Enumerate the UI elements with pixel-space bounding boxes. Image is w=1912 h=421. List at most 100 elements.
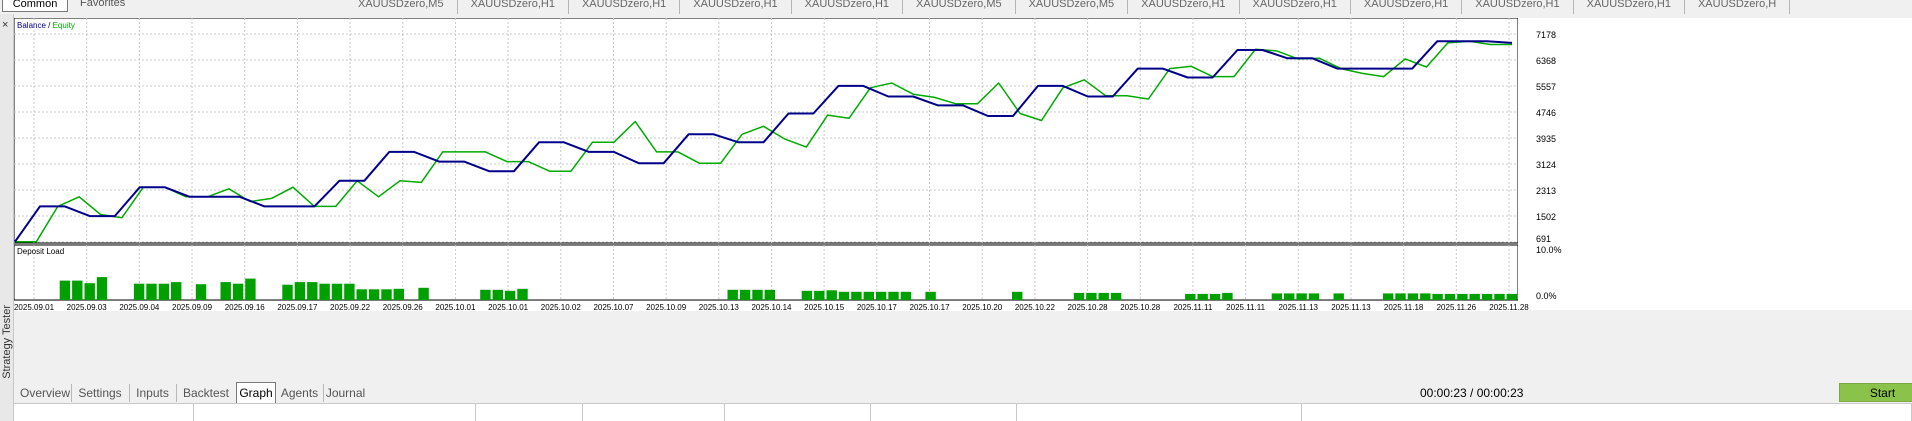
x-tick-label: 2025.09.04	[119, 303, 160, 312]
table-column[interactable]	[583, 404, 725, 421]
deposit-bar	[294, 282, 306, 300]
x-tick-label: 2025.10.01	[488, 303, 529, 312]
table-column[interactable]	[1017, 404, 1302, 421]
deposit-bar	[96, 277, 108, 300]
x-tick-label: 2025.10.17	[857, 303, 898, 312]
deposit-bar	[381, 289, 392, 300]
deposit-bar	[739, 289, 751, 300]
deposit-bar	[863, 291, 874, 300]
deposit-bar	[368, 289, 380, 300]
chart-legend: Balance / Equity	[17, 21, 75, 30]
deposit-bar	[1110, 292, 1122, 300]
deposit-bar	[393, 288, 404, 300]
symbol-tab[interactable]: XAUUSDzero,M5	[1016, 0, 1129, 14]
x-tick-label: 2025.10.02	[541, 303, 582, 312]
elapsed-timer: 00:00:23 / 00:00:23	[1420, 386, 1524, 400]
tab-overview[interactable]: Overview	[19, 384, 72, 402]
symbol-tab[interactable]: XAUUSDzero,H1	[1128, 0, 1240, 14]
deposit-bar	[1444, 293, 1456, 300]
x-tick-label: 2025.10.28	[1068, 303, 1109, 312]
deposit-bar	[1271, 293, 1283, 300]
deposit-bar	[1284, 293, 1295, 300]
x-tick-label: 2025.10.01	[435, 303, 476, 312]
deposit-bar	[1308, 293, 1320, 300]
deposit-bar	[925, 291, 936, 300]
symbol-tab[interactable]: XAUUSDzero,H1	[792, 0, 904, 14]
deposit-bar	[1432, 293, 1443, 300]
deposit-bar	[764, 289, 775, 300]
y-tick-label: 691	[1536, 234, 1551, 244]
x-tick-label: 2025.10.09	[646, 303, 687, 312]
deposit-bar	[900, 291, 912, 300]
start-button[interactable]: Start	[1839, 383, 1912, 402]
close-icon[interactable]: ×	[2, 20, 8, 31]
y-tick-label: 4746	[1536, 108, 1556, 118]
y-tick-label: 5557	[1536, 82, 1556, 92]
table-column[interactable]	[476, 404, 583, 421]
deposit-bar	[171, 282, 182, 300]
deposit-bar	[727, 289, 738, 300]
symbol-tab[interactable]: XAUUSDzero,H	[1685, 0, 1791, 14]
top-tab-strip: Common Favorites XAUUSDzero,M5 XAUUSDzero…	[0, 0, 1912, 14]
y-axis-area	[1518, 18, 1912, 310]
y-tick-label: 3935	[1536, 134, 1556, 144]
deposit-bar	[245, 278, 256, 300]
symbol-tab[interactable]: XAUUSDzero,H1	[1351, 0, 1463, 14]
legend-separator: /	[46, 21, 53, 30]
x-tick-label: 2025.11.13	[1279, 303, 1319, 312]
deposit-bar	[1209, 293, 1221, 300]
symbol-tab[interactable]: XAUUSDzero,M5	[345, 0, 458, 14]
symbol-tab[interactable]: XAUUSDzero,H1	[1240, 0, 1351, 14]
deposit-bar	[752, 289, 763, 300]
deposit-bar	[1086, 292, 1097, 300]
chart-canvas: 7178 6368 5557 4746 3935 3124 2313 1502 691 2025.…	[14, 18, 1912, 312]
symbol-tab[interactable]: XAUUSDzero,H1	[1462, 0, 1574, 14]
tab-agents[interactable]: Agents	[276, 384, 324, 402]
table-column[interactable]	[725, 404, 871, 421]
deposit-bar	[875, 291, 887, 300]
table-column[interactable]	[14, 404, 194, 421]
table-column[interactable]	[194, 404, 476, 421]
deposit-bar	[801, 290, 813, 300]
deposit-bar	[418, 287, 429, 300]
deposit-bar	[1481, 293, 1493, 300]
deposit-bar	[146, 283, 157, 300]
deposit-bar	[1420, 293, 1431, 300]
tab-graph[interactable]: Graph	[236, 382, 276, 403]
x-tick-label: 2025.09.22	[330, 303, 371, 312]
symbol-tab[interactable]: XAUUSDzero,H1	[458, 0, 569, 14]
symbol-tab[interactable]: XAUUSDzero,H1	[569, 0, 681, 14]
tab-settings[interactable]: Settings	[71, 384, 130, 402]
deposit-bar	[814, 290, 825, 300]
symbol-tab[interactable]: XAUUSDzero,M5	[903, 0, 1016, 14]
deposit-bar	[84, 283, 95, 300]
y-tick-label: 6368	[1536, 56, 1556, 66]
deposit-bar	[307, 282, 318, 300]
table-column[interactable]	[1302, 404, 1912, 421]
deposit-bar	[1073, 292, 1085, 300]
deposit-bar	[319, 283, 330, 300]
deposit-bar	[220, 282, 231, 300]
deposit-bar	[356, 289, 367, 300]
x-tick-label: 2025.09.01	[14, 303, 55, 312]
tab-inputs[interactable]: Inputs	[129, 384, 177, 402]
strategy-tester-label: Strategy Tester	[1, 305, 13, 379]
table-column[interactable]	[871, 404, 1017, 421]
results-table-header	[14, 403, 1912, 421]
deposit-bar	[1407, 293, 1419, 300]
y-tick-label: 3124	[1536, 160, 1556, 170]
symbol-tab[interactable]: XAUUSDzero,H1	[680, 0, 792, 14]
balance-equity-chart: 7178 6368 5557 4746 3935 3124 2313 1502 691 2025.…	[14, 18, 1912, 390]
symbol-tabs: XAUUSDzero,M5 XAUUSDzero,H1 XAUUSDzero,H1 X…	[345, 0, 1791, 14]
x-tick-label: 2025.11.26	[1437, 303, 1477, 312]
deposit-bar	[1185, 293, 1196, 300]
x-tick-label: 2025.09.03	[67, 303, 108, 312]
deposit-bar	[72, 280, 83, 300]
balance-plot-area	[14, 18, 1519, 244]
common-button[interactable]: Common	[2, 0, 68, 12]
favorites-button[interactable]: Favorites	[80, 0, 125, 12]
tab-journal[interactable]: Journal	[323, 384, 368, 402]
x-tick-label: 2025.11.18	[1384, 303, 1424, 312]
symbol-tab[interactable]: XAUUSDzero,H1	[1574, 0, 1685, 14]
tab-backtest[interactable]: Backtest	[176, 384, 237, 402]
